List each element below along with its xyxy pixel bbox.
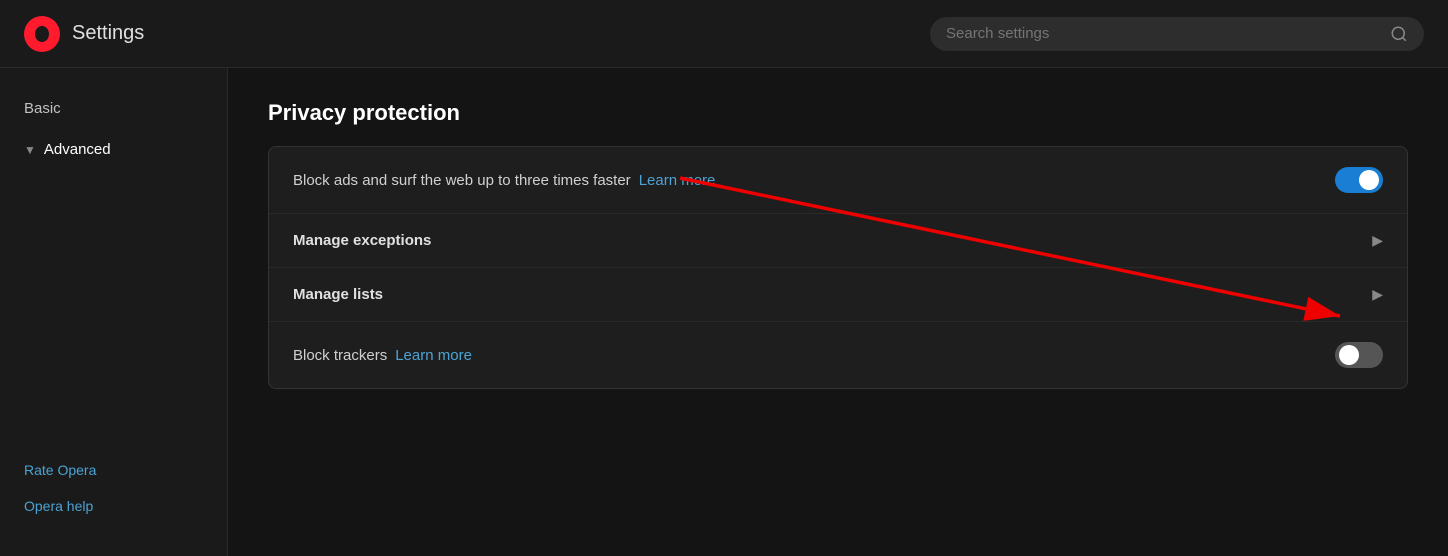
block-ads-learn-more-link[interactable]: Learn more bbox=[639, 172, 716, 189]
manage-lists-label: Manage lists bbox=[293, 286, 383, 303]
toggle-thumb-off bbox=[1339, 345, 1359, 365]
search-icon bbox=[1390, 25, 1408, 43]
manage-exceptions-row[interactable]: Manage exceptions ▶ bbox=[269, 214, 1407, 268]
block-trackers-label: Block trackers bbox=[293, 347, 387, 364]
rate-opera-link[interactable]: Rate Opera bbox=[0, 452, 227, 488]
manage-exceptions-chevron: ▶ bbox=[1372, 232, 1383, 249]
content-area: Privacy protection Block ads and surf th… bbox=[228, 68, 1448, 556]
block-ads-toggle[interactable] bbox=[1335, 167, 1383, 193]
block-trackers-row: Block trackers Learn more bbox=[269, 322, 1407, 388]
search-input[interactable] bbox=[946, 25, 1382, 42]
manage-exceptions-label: Manage exceptions bbox=[293, 232, 431, 249]
toggle-thumb bbox=[1359, 170, 1379, 190]
page-title: Settings bbox=[72, 22, 144, 45]
sidebar-item-basic-label: Basic bbox=[24, 100, 61, 117]
opera-help-link[interactable]: Opera help bbox=[0, 488, 227, 524]
section-title: Privacy protection bbox=[268, 100, 1408, 126]
block-trackers-text: Block trackers Learn more bbox=[293, 347, 472, 364]
sidebar: Basic ▼ Advanced Rate Opera Opera help bbox=[0, 68, 228, 556]
sidebar-item-advanced[interactable]: ▼ Advanced bbox=[0, 129, 227, 170]
sidebar-item-basic[interactable]: Basic bbox=[0, 88, 227, 129]
sidebar-item-advanced-label: Advanced bbox=[44, 141, 111, 158]
block-ads-row: Block ads and surf the web up to three t… bbox=[269, 147, 1407, 214]
manage-lists-chevron: ▶ bbox=[1372, 286, 1383, 303]
block-ads-text: Block ads and surf the web up to three t… bbox=[293, 172, 715, 189]
opera-logo bbox=[24, 16, 60, 52]
header-left: Settings bbox=[24, 16, 144, 52]
sidebar-nav: Basic ▼ Advanced bbox=[0, 88, 227, 170]
privacy-card: Block ads and surf the web up to three t… bbox=[268, 146, 1408, 389]
manage-lists-row[interactable]: Manage lists ▶ bbox=[269, 268, 1407, 322]
chevron-down-icon: ▼ bbox=[24, 143, 36, 157]
block-ads-label: Block ads and surf the web up to three t… bbox=[293, 172, 631, 189]
main-layout: Basic ▼ Advanced Rate Opera Opera help P… bbox=[0, 68, 1448, 556]
block-trackers-toggle[interactable] bbox=[1335, 342, 1383, 368]
sidebar-links: Rate Opera Opera help bbox=[0, 440, 227, 536]
block-trackers-learn-more-link[interactable]: Learn more bbox=[395, 347, 472, 364]
search-box[interactable] bbox=[930, 17, 1424, 51]
header: Settings bbox=[0, 0, 1448, 68]
